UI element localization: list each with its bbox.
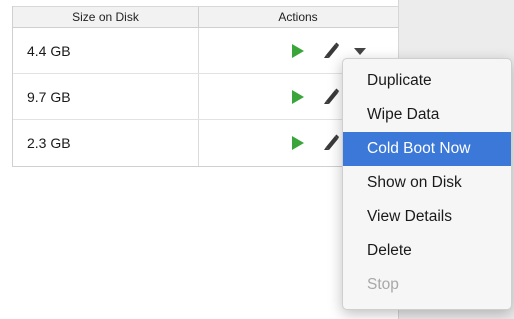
menu-item-cold-boot-now[interactable]: Cold Boot Now (343, 132, 511, 166)
menu-item-wipe-data[interactable]: Wipe Data (343, 98, 511, 132)
menu-item-view-details[interactable]: View Details (343, 200, 511, 234)
pencil-icon[interactable] (323, 41, 339, 59)
table-row[interactable]: 9.7 GB (13, 74, 398, 120)
menu-item-stop: Stop (367, 276, 399, 293)
device-table: Size on Disk Actions 4.4 GB 9.7 GB 2.3 G… (12, 6, 398, 167)
play-icon[interactable] (292, 90, 304, 104)
chevron-down-icon[interactable] (354, 48, 366, 55)
table-header: Size on Disk Actions (13, 6, 398, 28)
size-cell: 4.4 GB (13, 28, 199, 73)
actions-context-menu: Duplicate Wipe Data Cold Boot Now Show o… (342, 58, 512, 310)
size-cell: 9.7 GB (13, 74, 199, 119)
menu-item-delete[interactable]: Delete (343, 234, 511, 268)
size-cell: 2.3 GB (13, 120, 199, 166)
menu-item-show-on-disk[interactable]: Show on Disk (343, 166, 511, 200)
device-table-panel: Size on Disk Actions 4.4 GB 9.7 GB 2.3 G… (0, 0, 398, 319)
menu-item-duplicate[interactable]: Duplicate (343, 64, 511, 98)
play-icon[interactable] (292, 44, 304, 58)
pencil-icon[interactable] (323, 133, 339, 151)
column-header-size-on-disk[interactable]: Size on Disk (13, 7, 199, 27)
table-row[interactable]: 4.4 GB (13, 28, 398, 74)
pencil-icon[interactable] (323, 87, 339, 105)
table-row[interactable]: 2.3 GB (13, 120, 398, 166)
column-header-actions[interactable]: Actions (199, 7, 397, 27)
play-icon[interactable] (292, 136, 304, 150)
